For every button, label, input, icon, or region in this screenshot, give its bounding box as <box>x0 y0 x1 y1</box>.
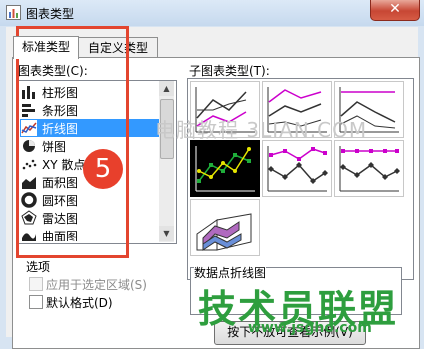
step-number-badge: 5 <box>83 149 123 189</box>
scroll-up-arrow-icon[interactable]: ▲ <box>159 81 174 96</box>
subtype-3d-line[interactable] <box>190 199 260 256</box>
chart-app-icon <box>6 5 21 20</box>
checkbox-box[interactable] <box>29 277 43 291</box>
subtype-grid <box>187 78 414 280</box>
window-title: 图表类型 <box>26 7 75 21</box>
line-with-markers-subtype-icon <box>195 146 255 192</box>
3d-line-subtype-icon <box>196 213 252 251</box>
default-format-checkbox[interactable]: 默认格式(D) <box>29 294 189 310</box>
close-button[interactable]: ✕ <box>370 0 420 21</box>
percent-stacked-line-markers-subtype-icon <box>339 146 400 192</box>
list-scrollbar[interactable]: ▲ ▼ <box>159 81 174 242</box>
watermark-mid: 电脑教程 3LIAN.COM <box>155 118 368 142</box>
checkbox-box[interactable] <box>29 295 43 309</box>
annotation-highlight-box <box>16 26 129 258</box>
apply-to-selection-checkbox[interactable]: 应用于选定区域(S) <box>29 276 189 292</box>
tab-standard-types[interactable]: 标准类型 <box>13 36 79 59</box>
subtype-stacked-line-with-markers[interactable] <box>262 140 332 197</box>
options-group-label: 选项 <box>26 260 51 274</box>
subtype-line-with-markers[interactable] <box>190 140 260 197</box>
stacked-line-markers-subtype-icon <box>267 146 328 192</box>
subtype-label: 子图表类型(T): <box>189 64 270 78</box>
watermark-url: www.jsgho.com <box>248 320 372 336</box>
scroll-down-arrow-icon[interactable]: ▼ <box>159 226 174 241</box>
title-bar: 图表类型 ✕ <box>0 0 424 26</box>
apply-to-selection-label: 应用于选定区域(S) <box>46 278 147 292</box>
subtype-100-stacked-line-with-markers[interactable] <box>334 140 404 197</box>
default-format-label: 默认格式(D) <box>46 296 113 310</box>
